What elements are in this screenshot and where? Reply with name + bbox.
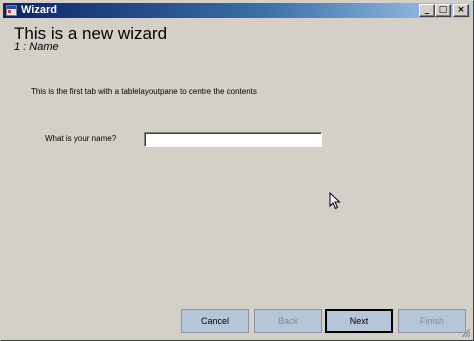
back-button[interactable]: Back [254, 309, 322, 333]
wizard-step-label: 1 : Name [14, 41, 59, 53]
minimize-button[interactable]: _ [419, 4, 435, 17]
application-icon-bar [7, 6, 16, 9]
window-title: Wizard [21, 4, 57, 16]
name-input[interactable] [144, 132, 322, 147]
mouse-pointer-icon [329, 192, 341, 210]
caption-buttons: _ □ × [419, 4, 469, 17]
application-icon[interactable] [6, 5, 17, 16]
close-button[interactable]: × [453, 4, 469, 17]
finish-button[interactable]: Finish [398, 309, 466, 333]
title-bar[interactable]: Wizard _ □ × [3, 3, 471, 18]
application-icon-dot [8, 10, 11, 13]
name-label: What is your name? [45, 134, 117, 143]
tab-description: This is the first tab with a tablelayout… [31, 87, 257, 96]
wizard-window: Wizard _ □ × This is a new wizard 1 : Na… [0, 0, 474, 341]
next-button[interactable]: Next [325, 309, 393, 333]
resize-grip-icon[interactable] [461, 328, 471, 338]
maximize-button[interactable]: □ [435, 4, 451, 17]
cancel-button[interactable]: Cancel [181, 309, 249, 333]
